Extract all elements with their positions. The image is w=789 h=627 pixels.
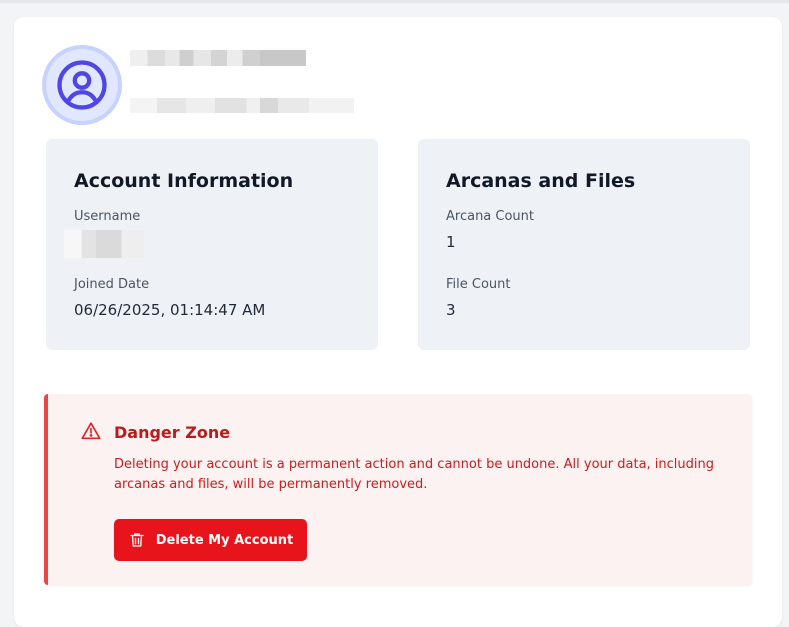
- joined-date-label: Joined Date: [74, 277, 150, 292]
- warning-triangle-icon: [81, 422, 101, 440]
- file-count-value: 3: [446, 301, 456, 319]
- profile-card: Account Information Username Joined Date…: [14, 17, 782, 627]
- username-value-redacted: [64, 230, 144, 258]
- danger-zone-description: Deleting your account is a permanent act…: [114, 457, 714, 492]
- delete-account-button[interactable]: Delete My Account: [114, 519, 307, 561]
- account-information-panel: Account Information Username Joined Date…: [46, 139, 378, 350]
- file-count-label: File Count: [446, 277, 511, 292]
- username-label: Username: [74, 209, 141, 224]
- trash-icon: [130, 533, 144, 547]
- avatar: [42, 45, 122, 125]
- arcanas-files-panel: Arcanas and Files Arcana Count 1 File Co…: [418, 139, 750, 350]
- arcana-count-label: Arcana Count: [446, 209, 535, 224]
- delete-account-label: Delete My Account: [155, 532, 294, 548]
- danger-zone-title: Danger Zone: [114, 423, 231, 442]
- arcana-count-value: 1: [446, 233, 456, 251]
- user-circle-icon: [57, 60, 107, 110]
- account-information-title: Account Information: [74, 170, 294, 192]
- arcanas-files-title: Arcanas and Files: [446, 170, 636, 192]
- joined-date-value: 06/26/2025, 01:14:47 AM: [74, 301, 266, 319]
- profile-email-redacted: [130, 98, 354, 113]
- profile-name-redacted: [130, 50, 306, 66]
- top-border: [0, 0, 789, 3]
- danger-zone: Danger Zone Deleting your account is a p…: [44, 394, 752, 585]
